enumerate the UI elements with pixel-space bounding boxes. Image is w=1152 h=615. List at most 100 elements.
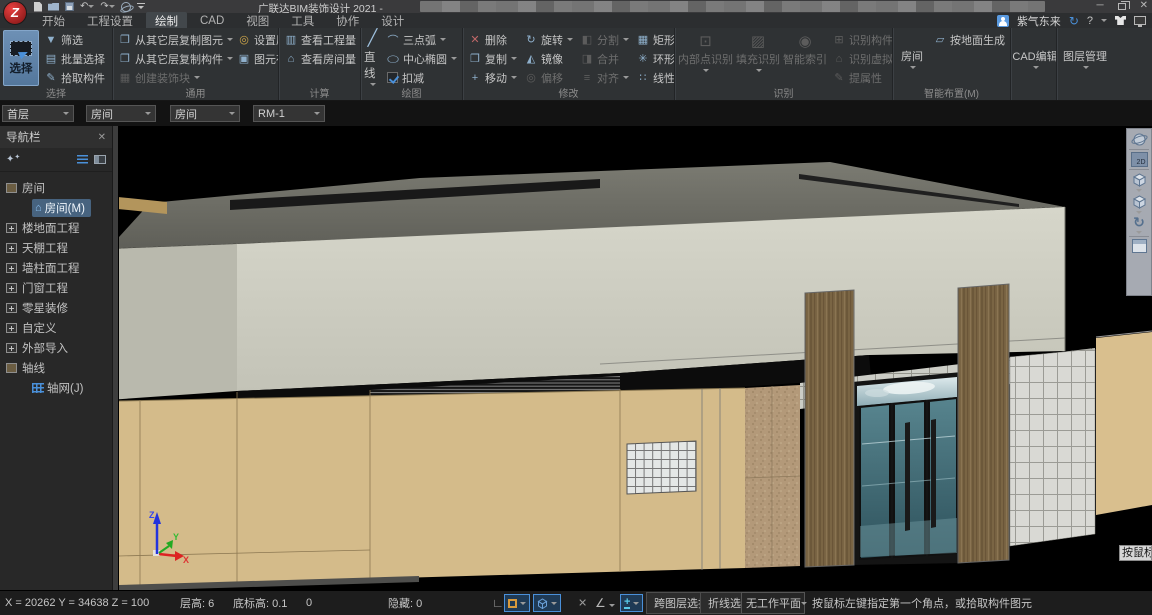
angle-snap-button[interactable]: ∠ <box>595 596 615 610</box>
tab-cad[interactable]: CAD <box>191 14 233 28</box>
workspace-monitor-icon[interactable] <box>1134 16 1146 25</box>
cursor-coordinates: X = 20262 Y = 34638 Z = 100 <box>5 597 149 609</box>
layer-manage-button[interactable]: 图层管理 <box>1060 30 1110 86</box>
recognize-component-button[interactable]: ⊞识别构件 <box>830 30 892 49</box>
ribbon-group-select: 选择 ▼筛选 ▤批量选择 ✎拾取构件 选择 <box>0 28 112 100</box>
copy-elements-from-layer-button[interactable]: ❐从其它层复制图元 <box>116 30 235 49</box>
theme-shirt-icon[interactable] <box>1115 16 1126 25</box>
model-viewport[interactable]: Z X Y 按鼠标左 <box>119 126 1152 590</box>
panel-view-icon[interactable] <box>94 155 106 164</box>
snap-mode-button[interactable] <box>504 594 530 612</box>
tree-category-door-window-works[interactable]: 门窗工程 <box>0 278 112 298</box>
user-name[interactable]: 紫气东来 <box>1017 13 1061 29</box>
save-element-button[interactable]: ▣图元存盘 <box>235 49 278 68</box>
ribbon-group-cad-edit: CAD编辑 <box>1010 28 1056 100</box>
2d-view-button[interactable]: 2D <box>1131 152 1148 167</box>
tree-category-ceiling-works[interactable]: 天棚工程 <box>0 238 112 258</box>
batch-select-button[interactable]: ▤批量选择 <box>42 49 107 68</box>
group-label-calculate: 计算 <box>279 85 360 100</box>
dropdown-arrow-icon <box>451 57 457 60</box>
tree-category-wall-column-works[interactable]: 墙柱面工程 <box>0 258 112 278</box>
view-mode-button[interactable] <box>533 594 561 612</box>
tab-project-settings[interactable]: 工程设置 <box>78 12 142 30</box>
fill-recognize-button[interactable]: ▨ 填充识别 <box>736 30 780 72</box>
split-button[interactable]: ◧分割 <box>578 30 631 49</box>
merge-button[interactable]: ◨合并 <box>578 49 631 68</box>
save-button[interactable] <box>65 1 74 12</box>
copy-button[interactable]: ❐复制 <box>466 49 519 68</box>
sync-icon[interactable]: ↻ <box>1069 15 1079 27</box>
calculator-icon[interactable] <box>1132 239 1147 253</box>
closed-box-icon <box>6 343 17 353</box>
nav-close-icon[interactable]: ✕ <box>98 132 106 143</box>
orbit-tool-button[interactable] <box>121 1 131 12</box>
draw-mode-button[interactable]: + <box>620 594 643 612</box>
chevron-down-icon[interactable] <box>1136 231 1142 234</box>
copy-components-from-layer-button[interactable]: ❐从其它层复制构件 <box>116 49 235 68</box>
floor-select[interactable]: 首层 <box>2 105 74 122</box>
view-room-quantity-button[interactable]: ⌂查看房间量 <box>282 49 357 68</box>
polar-array-button[interactable]: ✳环形阵列 <box>634 49 674 68</box>
cross-cursor-icon[interactable]: ✕ <box>578 597 587 610</box>
help-dropdown-icon[interactable] <box>1101 19 1107 22</box>
recognize-virtual-room-button[interactable]: ⌂识别虚拟房间 <box>830 49 892 68</box>
type-select[interactable]: 房间 <box>170 105 240 122</box>
three-point-arc-button[interactable]: ⌒三点弧 <box>384 30 459 49</box>
rotate-button[interactable]: ↻旋转 <box>522 30 575 49</box>
select-button[interactable]: 选择 <box>3 30 39 86</box>
ortho-icon[interactable]: ∟ <box>492 596 504 610</box>
checkbox-checked-icon <box>387 72 398 83</box>
open-file-button[interactable] <box>48 1 59 12</box>
undo-button[interactable]: ↶ <box>80 1 94 12</box>
room-button[interactable]: 房间 <box>896 30 928 86</box>
new-file-button[interactable] <box>34 1 42 12</box>
internal-point-recognize-button[interactable]: ⊡ 内部点识别 <box>678 30 733 72</box>
tab-view[interactable]: 视图 <box>237 12 278 30</box>
group-label-modify: 修改 <box>463 85 674 100</box>
close-button[interactable]: ✕ <box>1140 1 1148 11</box>
view-quantity-button[interactable]: ▥查看工程量 <box>282 30 357 49</box>
app-logo[interactable]: Z <box>3 1 27 25</box>
smart-index-button[interactable]: ◉ 智能索引 <box>783 30 827 67</box>
tree-category-custom[interactable]: 自定义 <box>0 318 112 338</box>
tree-category-external-import[interactable]: 外部导入 <box>0 338 112 358</box>
tree-category-axis[interactable]: 轴线 <box>0 358 112 378</box>
center-ellipse-button[interactable]: ◯中心椭圆 <box>384 49 459 68</box>
group-label-draw: 绘图 <box>361 85 462 100</box>
customize-toolbar-button[interactable] <box>137 1 145 12</box>
tab-draw[interactable]: 绘制 <box>146 12 187 30</box>
user-avatar[interactable] <box>997 15 1009 27</box>
tree-category-floor-works[interactable]: 楼地面工程 <box>0 218 112 238</box>
filter-select-button[interactable]: ▼筛选 <box>42 30 107 49</box>
tree-category-misc-decoration[interactable]: 零星装修 <box>0 298 112 318</box>
restore-button[interactable] <box>1118 3 1126 10</box>
mirror-button[interactable]: ◭镜像 <box>522 49 575 68</box>
set-origin-button[interactable]: ◎设置原点 <box>235 30 278 49</box>
cad-edit-button[interactable]: CAD编辑 <box>1014 30 1056 86</box>
rect-array-button[interactable]: ▦矩形阵列 <box>634 30 674 49</box>
tree-item-axis-grid[interactable]: 轴网(J) <box>0 378 112 398</box>
cube-view-icon[interactable] <box>1131 194 1148 209</box>
line-button[interactable]: ╱ 直线 <box>364 30 381 86</box>
isometric-view-icon[interactable] <box>1131 172 1148 187</box>
rotate-view-icon[interactable]: ↻ <box>1133 216 1145 229</box>
generate-by-floor-button[interactable]: ▱按地面生成 <box>931 30 1007 49</box>
tab-collaborate[interactable]: 协作 <box>327 12 368 30</box>
delete-button[interactable]: ✕删除 <box>466 30 519 49</box>
chevron-down-icon[interactable] <box>1136 189 1142 192</box>
list-view-icon[interactable] <box>77 155 88 164</box>
redo-button[interactable]: ↷ <box>100 1 114 12</box>
sparkle-icon[interactable]: ✦✦ <box>6 154 20 165</box>
tree-item-room-selected[interactable]: ⌂房间(M) <box>0 198 112 218</box>
orbit-view-icon[interactable] <box>1131 132 1148 147</box>
workplane-select[interactable]: 无工作平面 <box>741 592 805 614</box>
tab-tools[interactable]: 工具 <box>282 12 323 30</box>
tab-design[interactable]: 设计 <box>372 12 413 30</box>
tab-start[interactable]: 开始 <box>33 12 74 30</box>
category-select[interactable]: 房间 <box>86 105 156 122</box>
element-select[interactable]: RM-1 <box>253 105 325 122</box>
minimize-button[interactable]: ─ <box>1097 1 1104 11</box>
tree-category-room[interactable]: 房间 <box>0 178 112 198</box>
dropdown-arrow-icon <box>1083 66 1089 69</box>
help-button[interactable]: ? <box>1087 15 1093 27</box>
